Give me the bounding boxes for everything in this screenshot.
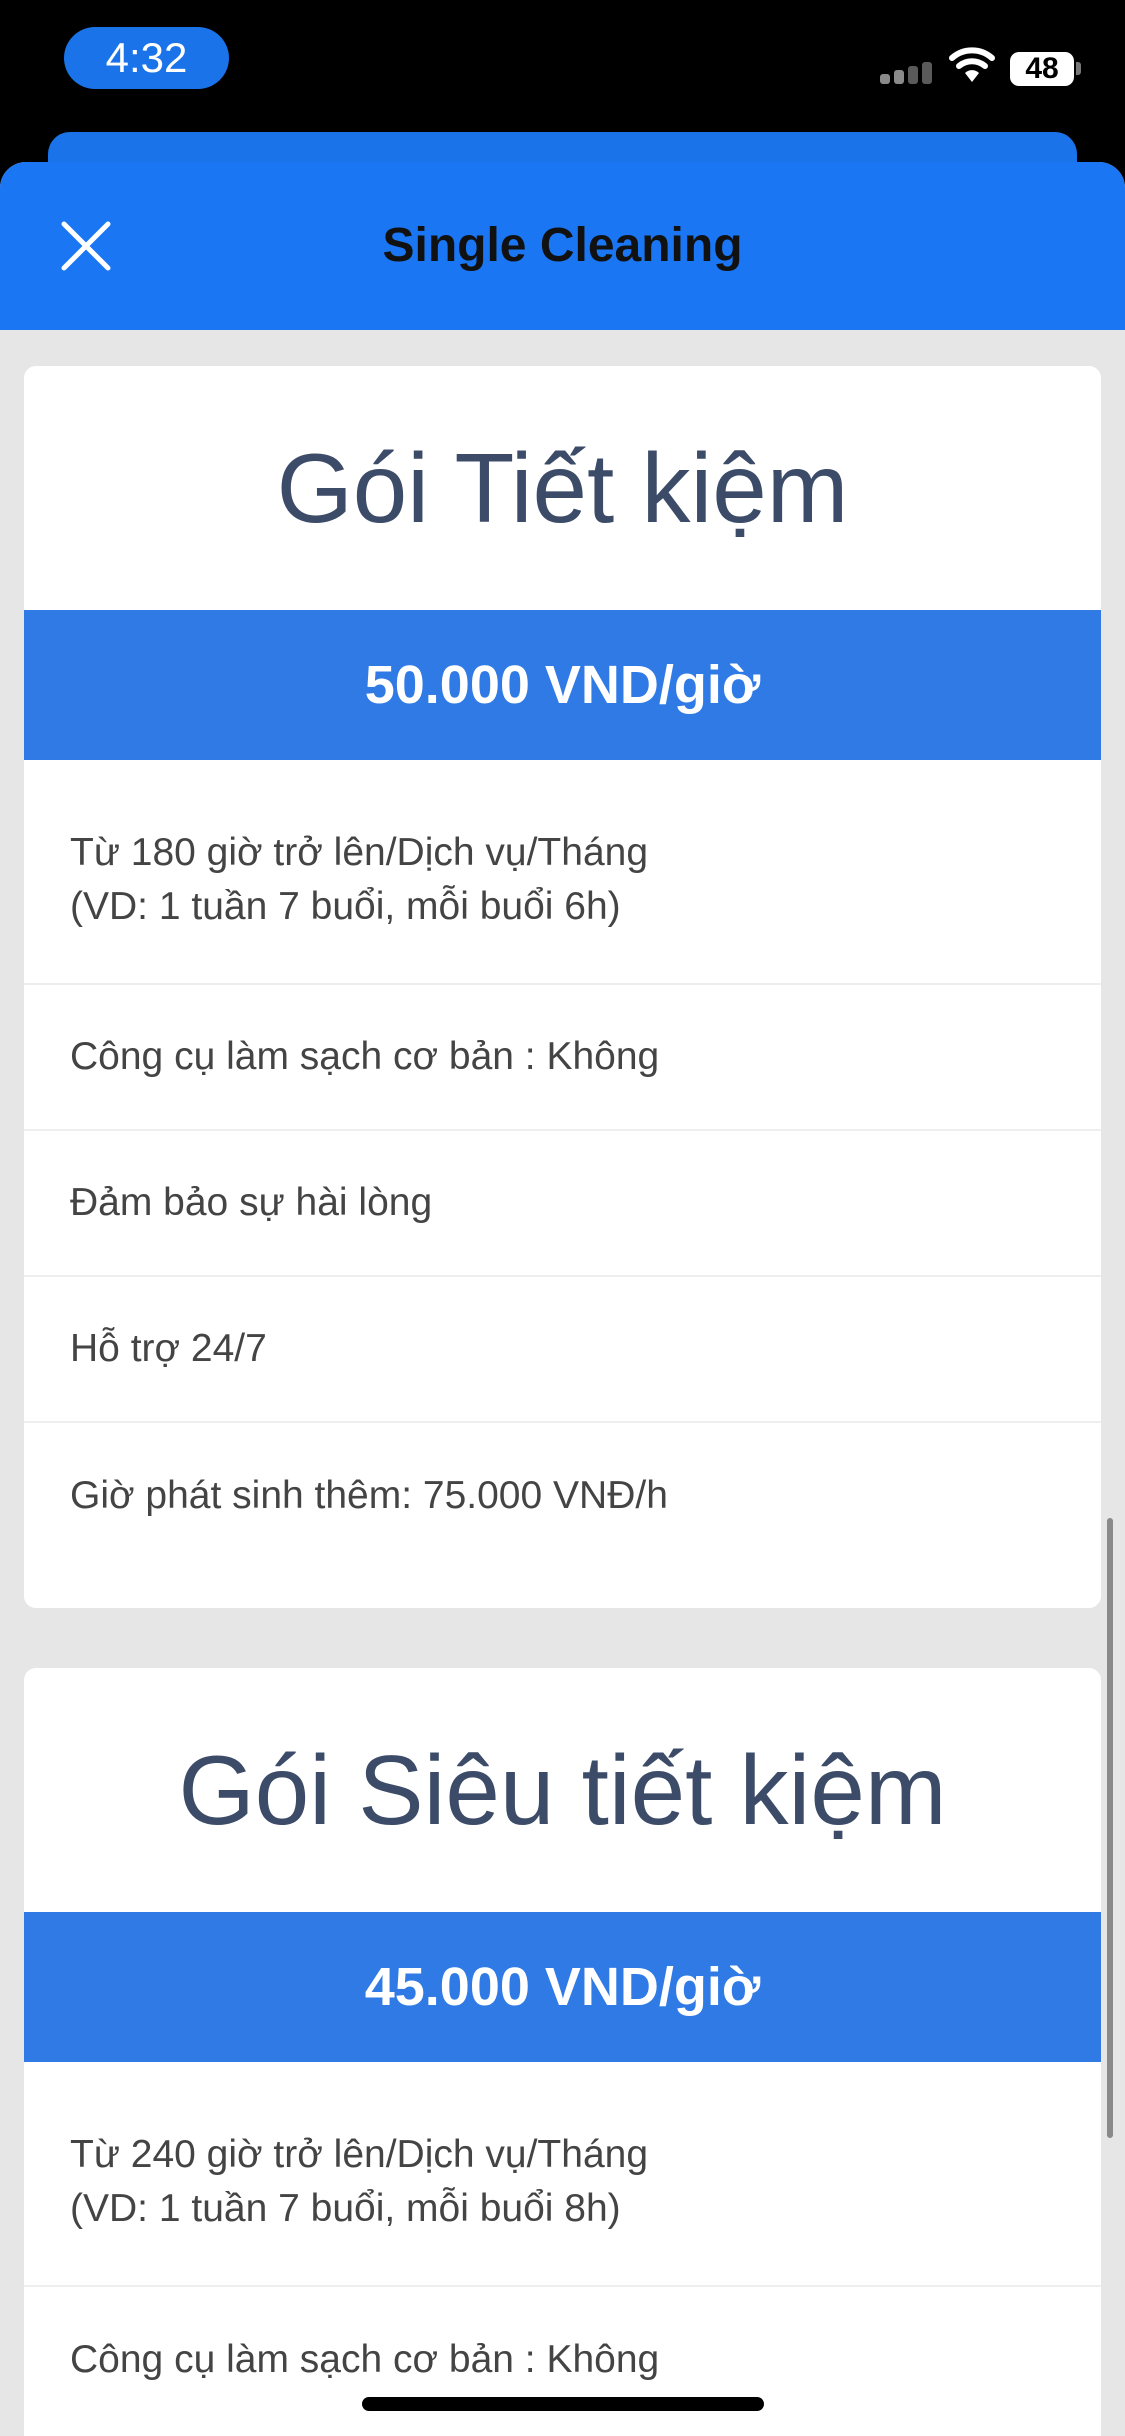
feature-item: Đảm bảo sự hài lòng: [24, 1131, 1101, 1277]
modal-sheet: Single Cleaning Gói Tiết kiệm 50.000 VND…: [0, 162, 1125, 2436]
feature-tools: Công cụ làm sạch cơ bản : Không: [70, 1035, 660, 1078]
plan-price: 45.000 VND/giờ: [24, 1912, 1101, 2062]
page-title: Single Cleaning: [382, 219, 743, 272]
feature-item: Giờ phát sinh thêm: 75.000 VNĐ/h: [24, 1423, 1101, 1569]
feature-list: Từ 240 giờ trở lên/Dịch vụ/Tháng (VD: 1 …: [24, 2062, 1101, 2433]
feature-example: (VD: 1 tuần 7 buổi, mỗi buổi 8h): [70, 2187, 621, 2230]
battery-cap: [1076, 62, 1081, 75]
feature-item: Từ 180 giờ trở lên/Dịch vụ/Tháng (VD: 1 …: [24, 822, 1101, 985]
feature-list: Từ 180 giờ trở lên/Dịch vụ/Tháng (VD: 1 …: [24, 760, 1101, 1569]
plan-title: Gói Siêu tiết kiệm: [178, 1735, 947, 1845]
feature-item: Từ 240 giờ trở lên/Dịch vụ/Tháng (VD: 1 …: [24, 2124, 1101, 2287]
feature-support: Hỗ trợ 24/7: [70, 1327, 267, 1370]
home-indicator[interactable]: [362, 2397, 764, 2411]
battery-icon: 48: [1010, 52, 1074, 86]
plan-price: 50.000 VND/giờ: [24, 610, 1101, 760]
cellular-signal-icon: [880, 58, 936, 84]
feature-extra-hours: Giờ phát sinh thêm: 75.000 VNĐ/h: [70, 1474, 668, 1517]
feature-hours: Từ 180 giờ trở lên/Dịch vụ/Tháng: [70, 831, 649, 874]
close-icon[interactable]: [56, 216, 116, 276]
plan-title: Gói Tiết kiệm: [276, 433, 849, 543]
feature-item: Hỗ trợ 24/7: [24, 1277, 1101, 1423]
status-time: 4:32: [64, 27, 229, 89]
wifi-icon: [949, 47, 995, 82]
status-bar: 4:32 48: [0, 0, 1125, 130]
feature-tools: Công cụ làm sạch cơ bản : Không: [70, 2338, 660, 2381]
feature-item: Công cụ làm sạch cơ bản : Không: [24, 2287, 1101, 2433]
plan-card-sieu-tiet-kiem[interactable]: Gói Siêu tiết kiệm 45.000 VND/giờ Từ 240…: [24, 1668, 1101, 2436]
plan-card-tiet-kiem[interactable]: Gói Tiết kiệm 50.000 VND/giờ Từ 180 giờ …: [24, 366, 1101, 1608]
feature-example: (VD: 1 tuần 7 buổi, mỗi buổi 6h): [70, 885, 621, 928]
header-bar: Single Cleaning: [0, 162, 1125, 330]
feature-satisfaction: Đảm bảo sự hài lòng: [70, 1181, 433, 1224]
feature-item: Công cụ làm sạch cơ bản : Không: [24, 985, 1101, 1131]
scrollbar[interactable]: [1107, 1518, 1113, 2138]
feature-hours: Từ 240 giờ trở lên/Dịch vụ/Tháng: [70, 2133, 649, 2176]
